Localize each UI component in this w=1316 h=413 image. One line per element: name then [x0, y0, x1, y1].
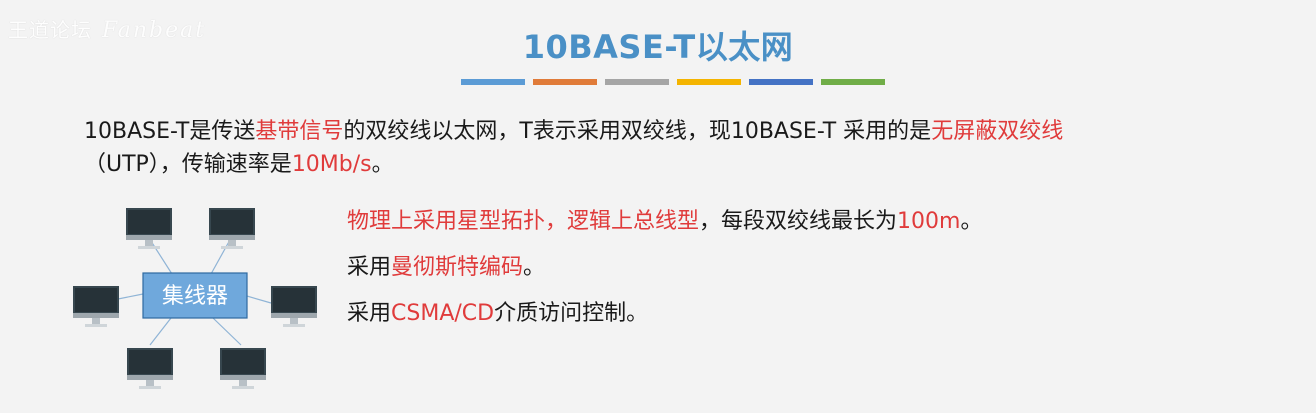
- connection-line: [149, 317, 172, 346]
- feature-highlight: 曼彻斯特编码: [391, 255, 524, 280]
- underline-bar: [821, 79, 885, 85]
- feature-topology: 物理上采用星型拓扑，逻辑上总线型，每段双绞线最长为100m。: [347, 206, 982, 252]
- intro-highlight: 无屏蔽双绞线: [931, 119, 1064, 144]
- feature-mac: 采用CSMA/CD介质访问控制。: [347, 298, 982, 344]
- intro-text: 的双绞线以太网，T表示采用双绞线，现10BASE-T 采用的是: [343, 119, 932, 144]
- star-topology-diagram: 集线器: [73, 208, 317, 389]
- underline-bar: [677, 79, 741, 85]
- computer-icon: [271, 286, 317, 327]
- connection-line: [212, 317, 242, 346]
- intro-text: （UTP），传输速率是: [84, 152, 292, 177]
- intro-highlight: 10Mb/s: [291, 152, 372, 177]
- underline-bar: [605, 79, 669, 85]
- intro-paragraph: 10BASE-T是传送基带信号的双绞线以太网，T表示采用双绞线，现10BASE-…: [84, 115, 1284, 181]
- feature-text: 采用: [347, 255, 392, 280]
- feature-list: 物理上采用星型拓扑，逻辑上总线型，每段双绞线最长为100m。 采用曼彻斯特编码。…: [347, 206, 982, 344]
- hub-label: 集线器: [162, 284, 228, 309]
- intro-text: 10BASE-T是传送: [84, 119, 256, 144]
- feature-highlight: 物理上采用星型拓扑，逻辑上总线型: [347, 209, 700, 234]
- title-underline: [461, 79, 885, 85]
- feature-highlight: 100m: [897, 209, 961, 234]
- feature-highlight: CSMA/CD: [391, 301, 495, 326]
- computer-icon: [127, 348, 173, 389]
- feature-text: ，每段双绞线最长为: [699, 209, 898, 234]
- computer-icon: [209, 208, 255, 249]
- feature-encoding: 采用曼彻斯特编码。: [347, 252, 982, 298]
- computer-icon: [73, 286, 119, 327]
- underline-bar: [749, 79, 813, 85]
- computer-icon: [126, 208, 172, 249]
- feature-text: 采用: [347, 301, 392, 326]
- computer-icon: [220, 348, 266, 389]
- slide-title: 10BASE-T以太网: [522, 28, 794, 66]
- intro-highlight: 基带信号: [255, 119, 344, 144]
- feature-text: 。: [523, 255, 546, 280]
- underline-bar: [461, 79, 525, 85]
- underline-bar: [533, 79, 597, 85]
- feature-text: 介质访问控制。: [494, 301, 649, 326]
- intro-text: 。: [371, 152, 394, 177]
- feature-text: 。: [960, 209, 983, 234]
